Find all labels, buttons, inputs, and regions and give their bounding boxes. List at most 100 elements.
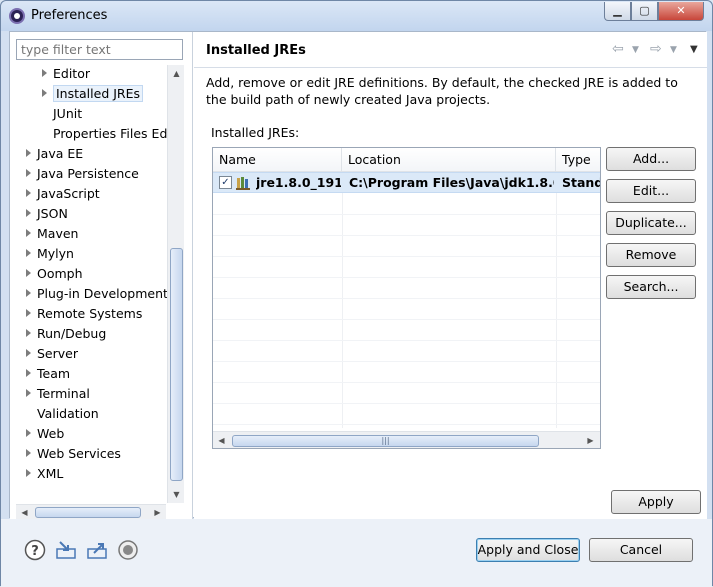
- sidebar-item-label: Run/Debug: [37, 326, 107, 341]
- row-divider: [213, 235, 600, 236]
- expand-arrow-icon[interactable]: [26, 149, 31, 157]
- maximize-button[interactable]: ▢: [631, 2, 658, 21]
- expand-arrow-icon[interactable]: [26, 249, 31, 257]
- sidebar-item-label: Java EE: [37, 146, 84, 161]
- sidebar-item[interactable]: Validation: [26, 404, 99, 424]
- sidebar-item-label: Terminal: [37, 386, 90, 401]
- sidebar-item[interactable]: Server: [26, 344, 78, 364]
- table-horizontal-scroll-thumb[interactable]: |||: [232, 435, 539, 447]
- expand-arrow-icon[interactable]: [26, 309, 31, 317]
- jre-table: Name Location Type ✓ jre1.8.0_191 ... C:…: [212, 147, 601, 449]
- duplicate-button[interactable]: Duplicate...: [606, 211, 696, 235]
- export-icon[interactable]: [86, 539, 108, 561]
- sidebar-item[interactable]: Properties Files Edi: [42, 124, 170, 144]
- tree-horizontal-scroll-thumb[interactable]: [35, 507, 141, 518]
- expand-arrow-icon: [42, 109, 47, 117]
- back-dropdown-icon[interactable]: ▼: [632, 45, 639, 55]
- page-header: Installed JREs ⇦ ▼ ⇨ ▼ ▼: [194, 32, 707, 68]
- sidebar-item[interactable]: JavaScript: [26, 184, 100, 204]
- apply-and-close-button[interactable]: Apply and Close: [476, 538, 580, 562]
- sidebar-item[interactable]: Mylyn: [26, 244, 74, 264]
- scroll-up-arrow-icon[interactable]: ▲: [168, 65, 185, 82]
- expand-arrow-icon[interactable]: [26, 449, 31, 457]
- jre-checkbox[interactable]: ✓: [219, 176, 232, 189]
- scroll-left-arrow-icon[interactable]: ◀: [213, 432, 230, 448]
- expand-arrow-icon[interactable]: [26, 469, 31, 477]
- sidebar-item-label: Server: [37, 346, 78, 361]
- preference-page: Installed JREs ⇦ ▼ ⇨ ▼ ▼ Add, remove or …: [194, 32, 707, 519]
- sidebar-item-label: Java Persistence: [37, 166, 139, 181]
- page-title: Installed JREs: [206, 43, 306, 58]
- row-divider: [213, 403, 600, 404]
- sidebar-item[interactable]: XML: [26, 464, 63, 484]
- sidebar-item[interactable]: Plug-in Development: [26, 284, 168, 304]
- tree-vertical-scrollbar[interactable]: ▲ ▼: [167, 65, 184, 503]
- sidebar-item[interactable]: Remote Systems: [26, 304, 142, 324]
- cancel-button[interactable]: Cancel: [589, 538, 693, 562]
- sidebar-item[interactable]: Run/Debug: [26, 324, 106, 344]
- sidebar-item[interactable]: Java EE: [26, 144, 83, 164]
- back-arrow-icon[interactable]: ⇦: [612, 41, 624, 57]
- minimize-button[interactable]: ▁: [604, 2, 631, 21]
- record-icon[interactable]: [117, 539, 139, 561]
- sidebar-item[interactable]: JSON: [26, 204, 68, 224]
- expand-arrow-icon[interactable]: [26, 389, 31, 397]
- jre-library-icon: [236, 177, 250, 190]
- edit-button[interactable]: Edit...: [606, 179, 696, 203]
- expand-arrow-icon[interactable]: [26, 189, 31, 197]
- sidebar-item[interactable]: Java Persistence: [26, 164, 139, 184]
- apply-button[interactable]: Apply: [611, 490, 701, 514]
- table-row[interactable]: ✓ jre1.8.0_191 ... C:\Program Files\Java…: [213, 172, 600, 193]
- column-divider: [342, 193, 343, 428]
- table-horizontal-scrollbar[interactable]: ◀ ||| ▶: [213, 431, 600, 448]
- add-button[interactable]: Add...: [606, 147, 696, 171]
- sidebar-item[interactable]: Terminal: [26, 384, 90, 404]
- expand-arrow-icon[interactable]: [26, 209, 31, 217]
- import-icon[interactable]: [55, 539, 77, 561]
- forward-dropdown-icon[interactable]: ▼: [670, 45, 677, 55]
- row-divider: [213, 382, 600, 383]
- expand-arrow-icon[interactable]: [26, 289, 31, 297]
- expand-arrow-icon: [26, 409, 31, 417]
- sidebar-item[interactable]: Web Services: [26, 444, 121, 464]
- expand-arrow-icon[interactable]: [42, 89, 47, 97]
- help-icon[interactable]: ?: [24, 539, 46, 561]
- sidebar-item[interactable]: Editor: [42, 64, 90, 84]
- sidebar-item[interactable]: Web: [26, 424, 64, 444]
- column-header-type[interactable]: Type: [556, 148, 600, 172]
- column-header-location[interactable]: Location: [342, 148, 556, 172]
- sidebar-item-label: Installed JREs: [53, 85, 144, 102]
- tree-horizontal-scrollbar[interactable]: ◀ ▶: [16, 504, 166, 519]
- sidebar-item[interactable]: Oomph: [26, 264, 83, 284]
- search-button[interactable]: Search...: [606, 275, 696, 299]
- sidebar-item[interactable]: JUnit: [42, 104, 82, 124]
- expand-arrow-icon[interactable]: [26, 269, 31, 277]
- sidebar-item-label: Properties Files Edi: [53, 126, 170, 141]
- close-button[interactable]: ✕: [658, 2, 704, 21]
- sidebar-item-label: Team: [37, 366, 71, 381]
- scroll-down-arrow-icon[interactable]: ▼: [168, 486, 185, 503]
- sidebar-item-label: Oomph: [37, 266, 83, 281]
- svg-text:?: ?: [31, 544, 39, 559]
- sidebar-item[interactable]: Maven: [26, 224, 78, 244]
- view-menu-icon[interactable]: ▼: [690, 44, 698, 55]
- remove-button[interactable]: Remove: [606, 243, 696, 267]
- expand-arrow-icon[interactable]: [26, 429, 31, 437]
- expand-arrow-icon[interactable]: [42, 69, 47, 77]
- expand-arrow-icon[interactable]: [26, 369, 31, 377]
- expand-arrow-icon[interactable]: [26, 329, 31, 337]
- sidebar-item[interactable]: Team: [26, 364, 70, 384]
- row-divider: [213, 424, 600, 425]
- expand-arrow-icon[interactable]: [26, 229, 31, 237]
- filter-input[interactable]: [16, 39, 183, 60]
- tree-vertical-scroll-thumb[interactable]: [170, 248, 183, 481]
- sidebar-item-label: JUnit: [53, 106, 83, 121]
- sidebar-item[interactable]: Installed JREs: [42, 84, 144, 104]
- row-divider: [213, 256, 600, 257]
- expand-arrow-icon[interactable]: [26, 349, 31, 357]
- scroll-right-arrow-icon[interactable]: ▶: [582, 432, 599, 448]
- expand-arrow-icon[interactable]: [26, 169, 31, 177]
- expand-arrow-icon: [42, 129, 47, 137]
- forward-arrow-icon[interactable]: ⇨: [650, 41, 662, 57]
- column-header-name[interactable]: Name: [213, 148, 342, 172]
